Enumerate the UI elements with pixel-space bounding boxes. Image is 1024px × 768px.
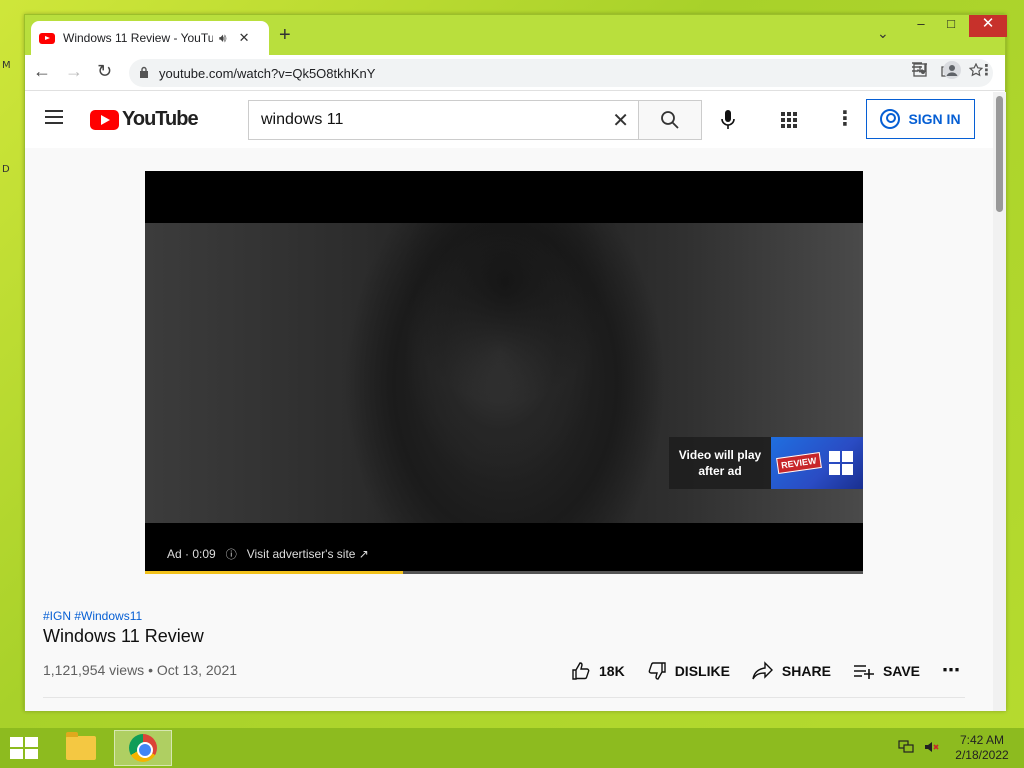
- page-scrollbar[interactable]: [993, 92, 1006, 711]
- clear-search-icon[interactable]: ✕: [612, 108, 629, 133]
- ad-preview-line2: after ad: [698, 464, 742, 478]
- video-meta: 1,121,954 views • Oct 13, 2021: [43, 662, 238, 678]
- microphone-icon: [721, 110, 735, 129]
- minimize-button[interactable]: –: [905, 15, 937, 37]
- chrome-icon: [129, 734, 157, 762]
- dislike-button[interactable]: DISLIKE: [647, 661, 730, 681]
- browser-menu-icon[interactable]: ⋮: [979, 61, 994, 79]
- like-count: 18K: [599, 662, 625, 679]
- address-bar[interactable]: youtube.com/watch?v=Qk5O8tkhKnY: [129, 59, 993, 87]
- network-icon[interactable]: [898, 740, 914, 757]
- search-button[interactable]: [638, 100, 702, 140]
- ad-countdown: Ad · 0:09: [167, 547, 216, 561]
- youtube-play-icon: [90, 109, 119, 130]
- file-explorer-button[interactable]: [52, 730, 110, 766]
- youtube-favicon-icon: [39, 32, 55, 44]
- visit-advertiser-link[interactable]: Visit advertiser's site ↗: [247, 547, 369, 561]
- video-player[interactable]: Video will play after ad REVIEW Ad · 0:0…: [145, 171, 863, 574]
- sign-in-button[interactable]: SIGN IN: [866, 99, 975, 139]
- menu-hamburger-icon[interactable]: [45, 110, 63, 124]
- apps-grid-icon[interactable]: [781, 112, 797, 128]
- close-window-button[interactable]: ✕: [969, 15, 1007, 37]
- ad-preview-message: Video will play after ad: [669, 437, 771, 489]
- youtube-logo-text: YouTube: [122, 108, 199, 130]
- share-button[interactable]: SHARE: [752, 660, 831, 681]
- folder-icon: [66, 732, 96, 760]
- windows-logo-icon: [829, 451, 853, 475]
- lock-icon[interactable]: [139, 66, 149, 81]
- scrollbar-thumb[interactable]: [996, 96, 1003, 212]
- save-button[interactable]: SAVE: [853, 661, 920, 681]
- clock-date: 2/18/2022: [955, 748, 1009, 762]
- chrome-taskbar-button[interactable]: [114, 730, 172, 766]
- search-icon: [661, 111, 679, 129]
- ad-progress-bar[interactable]: [145, 571, 863, 574]
- browser-window: Windows 11 Review - YouTube 🔊︎ ✕ + ⌄ – □…: [24, 14, 1007, 711]
- speaker-icon[interactable]: 🔊︎: [219, 31, 227, 46]
- forward-button[interactable]: →: [65, 61, 83, 82]
- watch-page: Video will play after ad REVIEW Ad · 0:0…: [25, 148, 993, 711]
- taskbar-clock[interactable]: 7:42 AM 2/18/2022: [950, 733, 1014, 763]
- account-circle-icon: [880, 109, 901, 129]
- desktop-mark-m: M: [2, 60, 11, 71]
- tab-search-chevron-icon[interactable]: ⌄: [877, 25, 889, 42]
- back-button[interactable]: ←: [33, 61, 51, 82]
- share-label: SHARE: [781, 662, 831, 679]
- save-label: SAVE: [882, 662, 921, 679]
- system-tray: [898, 740, 940, 757]
- thumbs-down-icon: [648, 661, 666, 680]
- ad-preview-card[interactable]: Video will play after ad REVIEW: [669, 437, 863, 489]
- search-input[interactable]: windows 11 ✕: [248, 100, 639, 140]
- ad-progress-fill: [145, 571, 404, 574]
- ad-preview-line1: Video will play: [678, 448, 762, 462]
- tab-title: Windows 11 Review - YouTube: [63, 31, 213, 45]
- video-frame-shadow: [375, 223, 635, 523]
- reload-button[interactable]: ↻: [97, 61, 112, 82]
- video-title: Windows 11 Review: [43, 626, 204, 646]
- clock-time: 7:42 AM: [959, 733, 1005, 747]
- dislike-label: DISLIKE: [674, 662, 730, 679]
- more-actions-icon[interactable]: ⋯: [942, 660, 960, 681]
- share-arrow-icon: [752, 660, 773, 679]
- volume-muted-icon[interactable]: [924, 740, 940, 757]
- youtube-logo[interactable]: YouTube: [90, 108, 199, 131]
- video-hashtags[interactable]: #IGN #Windows11: [43, 609, 142, 623]
- playlist-add-icon: [853, 664, 874, 679]
- taskbar: 7:42 AM 2/18/2022: [0, 728, 1024, 768]
- browser-toolbar: ← → ↻ youtube.com/watch?v=Qk5O8tkhKnY ⋮: [25, 55, 1005, 91]
- settings-more-icon[interactable]: ⋮: [835, 106, 855, 131]
- new-tab-button[interactable]: +: [279, 24, 291, 47]
- youtube-header: YouTube windows 11 ✕ ⋮ SIGN IN: [25, 92, 993, 148]
- media-control-icon[interactable]: [911, 61, 927, 79]
- profile-avatar-icon[interactable]: [943, 61, 961, 83]
- divider: [43, 697, 965, 698]
- thumbs-up-icon: [572, 661, 590, 680]
- ad-preview-thumbnail: REVIEW: [771, 437, 863, 489]
- tab-strip: Windows 11 Review - YouTube 🔊︎ ✕ + ⌄ – □…: [25, 15, 1007, 55]
- maximize-button[interactable]: □: [935, 15, 967, 37]
- tab-youtube[interactable]: Windows 11 Review - YouTube 🔊︎ ✕: [31, 21, 269, 55]
- desktop-mark-d: D: [2, 164, 10, 175]
- video-actions: 18K DISLIKE SHARE SAVE ⋯: [571, 660, 960, 681]
- review-stamp: REVIEW: [776, 452, 822, 474]
- like-button[interactable]: 18K: [571, 661, 625, 681]
- sign-in-label: SIGN IN: [908, 111, 961, 127]
- ad-info-icon[interactable]: ⓘ: [226, 546, 237, 562]
- search-query[interactable]: windows 11: [261, 111, 612, 129]
- voice-search-button[interactable]: [721, 110, 735, 135]
- start-windows-icon[interactable]: [10, 737, 38, 759]
- tab-close-icon[interactable]: ✕: [239, 30, 250, 46]
- ad-info-bar: Ad · 0:09 ⓘ Visit advertiser's site ↗: [167, 546, 369, 562]
- address-url[interactable]: youtube.com/watch?v=Qk5O8tkhKnY: [159, 66, 375, 81]
